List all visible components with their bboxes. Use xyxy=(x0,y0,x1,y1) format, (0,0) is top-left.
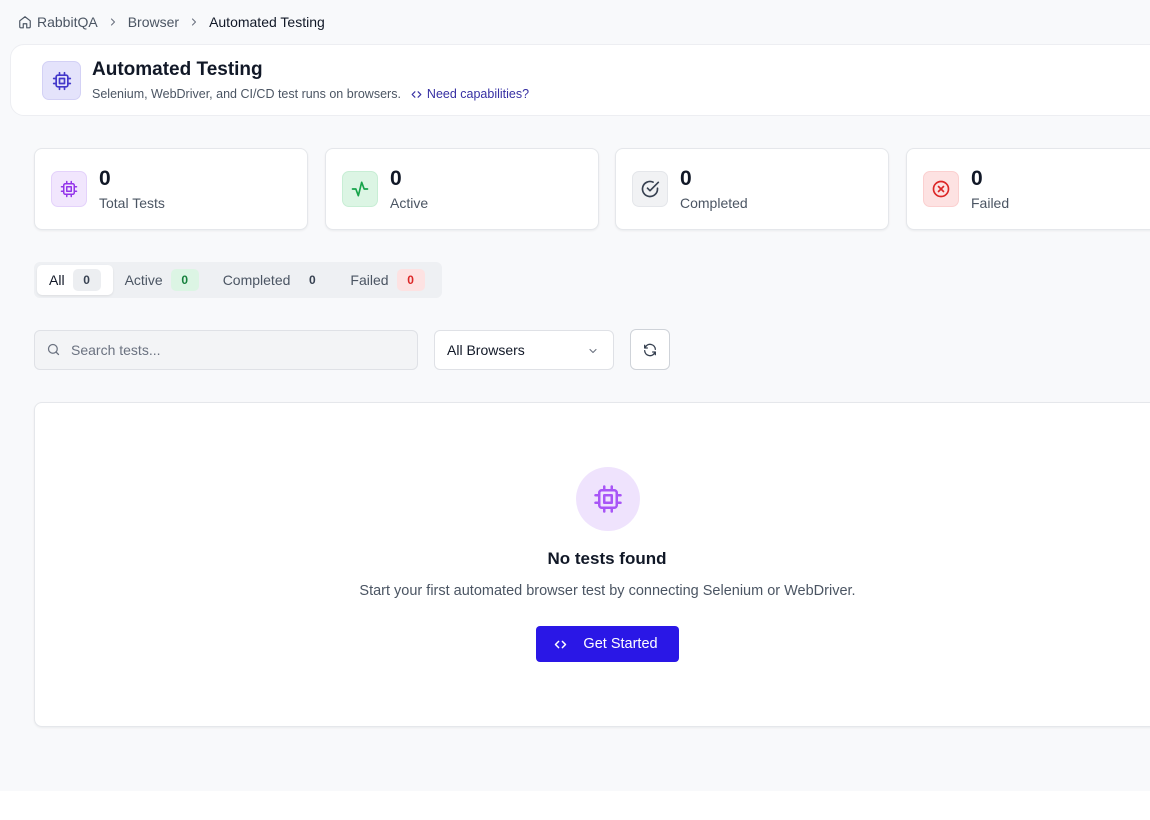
app-root: RabbitQA Browser Automated Testing Autom… xyxy=(0,0,1150,791)
code-icon xyxy=(555,640,567,648)
stat-value: 0 xyxy=(390,167,402,190)
chevron-down-icon xyxy=(589,348,597,354)
check-circle-icon xyxy=(632,171,668,207)
stat-label: Completed xyxy=(680,195,748,211)
breadcrumb-home[interactable]: RabbitQA xyxy=(18,14,98,30)
tab-count-badge: 0 xyxy=(396,269,425,291)
tab-label: All xyxy=(49,272,65,288)
get-started-label: Get Started xyxy=(583,636,658,652)
breadcrumb-home-label: RabbitQA xyxy=(37,14,98,30)
stat-label: Active xyxy=(390,195,429,211)
code-icon xyxy=(411,90,422,98)
stat-card-total: 0 Total Tests xyxy=(34,148,308,230)
page-header: Automated Testing Selenium, WebDriver, a… xyxy=(10,44,1150,116)
tab-failed[interactable]: Failed 0 xyxy=(338,265,436,295)
stat-value: 0 xyxy=(99,167,111,190)
breadcrumb-current: Automated Testing xyxy=(209,14,325,30)
chevron-right-icon xyxy=(188,16,200,28)
browser-select[interactable]: All Browsers xyxy=(434,330,614,370)
page-title: Automated Testing xyxy=(92,59,263,80)
tab-count-badge: 0 xyxy=(309,273,316,287)
tab-label: Completed xyxy=(222,272,291,288)
empty-description: Start your first automated browser test … xyxy=(35,583,1150,599)
search-icon xyxy=(47,343,60,356)
x-circle-icon xyxy=(923,171,959,207)
cpu-icon xyxy=(51,171,87,207)
need-capabilities-label: Need capabilities? xyxy=(426,87,530,101)
stat-label: Failed xyxy=(971,195,1010,211)
home-icon xyxy=(19,16,31,29)
tab-label: Active xyxy=(124,272,163,288)
refresh-button[interactable] xyxy=(630,329,670,370)
cpu-icon xyxy=(576,467,640,531)
stat-value: 0 xyxy=(680,167,692,190)
empty-state: No tests found Start your first automate… xyxy=(34,402,1150,727)
chevron-right-icon xyxy=(107,16,119,28)
empty-description-text: Start your first automated browser test … xyxy=(359,583,856,599)
tab-label: Failed xyxy=(350,272,389,288)
breadcrumb: RabbitQA Browser Automated Testing xyxy=(18,13,325,31)
status-tabs: All 0 Active 0 Completed 0 Failed 0 xyxy=(34,262,442,298)
get-started-button[interactable]: Get Started xyxy=(536,626,679,662)
tab-all[interactable]: All 0 xyxy=(37,265,113,295)
stat-card-completed: 0 Completed xyxy=(615,148,889,230)
browser-select-value: All Browsers xyxy=(447,342,525,358)
search-input[interactable] xyxy=(71,331,411,369)
stat-label: Total Tests xyxy=(99,195,165,211)
tab-completed[interactable]: Completed 0 xyxy=(211,265,339,295)
tab-count-badge: 0 xyxy=(170,269,199,291)
activity-icon xyxy=(342,171,378,207)
tab-count-badge: 0 xyxy=(72,269,101,291)
page-subtitle: Selenium, WebDriver, and CI/CD test runs… xyxy=(92,87,529,101)
stat-card-failed: 0 Failed xyxy=(906,148,1150,230)
stat-value: 0 xyxy=(971,167,983,190)
empty-title: No tests found xyxy=(35,549,1150,569)
search-field xyxy=(34,330,418,370)
cpu-icon xyxy=(42,61,81,100)
need-capabilities-link[interactable]: Need capabilities? xyxy=(410,87,529,101)
stat-card-active: 0 Active xyxy=(325,148,599,230)
breadcrumb-browser[interactable]: Browser xyxy=(128,14,179,30)
page-subtitle-text: Selenium, WebDriver, and CI/CD test runs… xyxy=(92,87,401,101)
refresh-icon xyxy=(644,343,656,356)
empty-title-text: No tests found xyxy=(547,549,667,568)
tab-active[interactable]: Active 0 xyxy=(113,265,211,295)
